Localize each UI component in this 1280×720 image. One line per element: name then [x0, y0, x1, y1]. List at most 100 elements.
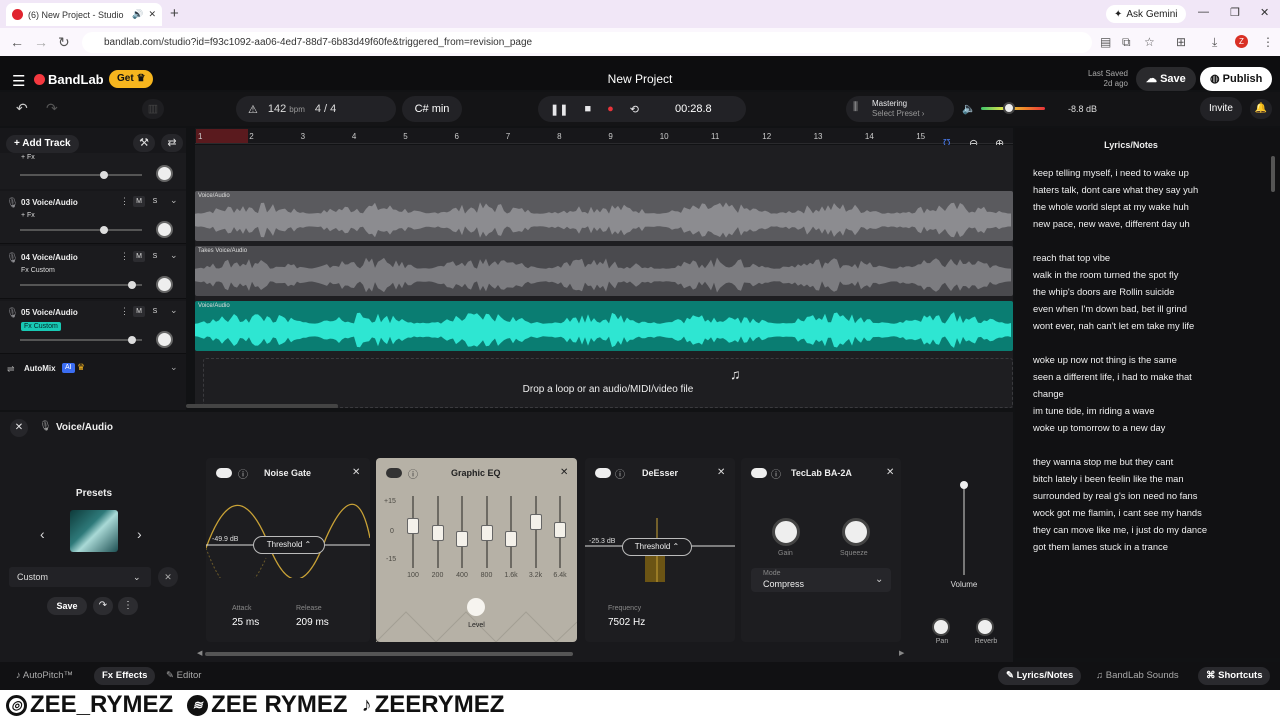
mode-select[interactable]: Mode Compress ⌄	[751, 568, 891, 592]
solo-button[interactable]: S	[149, 251, 161, 262]
effects-tab[interactable]: Fx Effects	[94, 667, 156, 685]
eq-band-knob[interactable]	[480, 524, 493, 541]
scroll-right-icon[interactable]: ▶	[899, 649, 904, 657]
mixer-icon[interactable]: ▥	[142, 99, 164, 119]
track-02-fx[interactable]: + Fx	[21, 154, 35, 161]
frequency-value[interactable]: 7502 Hz	[608, 617, 645, 628]
chevron-down-icon[interactable]: ⌄	[170, 305, 178, 316]
audio-region[interactable]: Voice/Audio	[195, 191, 1013, 241]
notifications-bell-icon[interactable]: 🔔	[1250, 99, 1272, 119]
shortcuts-tab[interactable]: ⌘ Shortcuts	[1198, 667, 1271, 685]
undo-icon[interactable]: ↶	[16, 100, 28, 117]
loop-icon[interactable]: ⟲	[630, 103, 639, 116]
get-membership-button[interactable]: Get ♛	[109, 70, 154, 88]
key-button[interactable]: C# min	[402, 96, 462, 122]
timeline-scrollbar[interactable]	[186, 404, 338, 408]
wand-icon[interactable]: ⚒	[133, 134, 155, 152]
track-volume-knob[interactable]	[100, 226, 108, 234]
bpm-field[interactable]: 142 bpm	[268, 103, 305, 115]
track-name[interactable]: 04 Voice/Audio	[21, 253, 78, 262]
pan-knob[interactable]	[932, 618, 950, 636]
reset-fx-icon[interactable]: ✕	[158, 567, 178, 587]
lyrics-textarea[interactable]: keep telling myself, i need to wake up h…	[1033, 164, 1243, 555]
metronome-icon[interactable]: ⚠	[248, 103, 258, 116]
extensions-icon[interactable]: ⊞	[1176, 35, 1186, 49]
eq-band-knob[interactable]	[456, 531, 468, 548]
track-row[interactable]: 🎙 05 Voice/Audio ⋮ M S ⌄ Fx Custom	[0, 301, 186, 354]
bandlab-sounds-tab[interactable]: ♫ BandLab Sounds	[1088, 667, 1187, 685]
autopitch-tab[interactable]: ♪ AutoPitch™	[8, 667, 81, 685]
timeline-ruler[interactable]	[195, 128, 1013, 144]
chevron-down-icon[interactable]: ⌄	[170, 362, 178, 373]
stop-icon[interactable]: ■	[584, 103, 591, 115]
noise-gate-close-icon[interactable]: ✕	[352, 467, 360, 478]
minimize-icon[interactable]: —	[1198, 6, 1209, 18]
deesser-threshold-pill[interactable]: Threshold ⌃	[622, 538, 692, 556]
redo-icon[interactable]: ↷	[46, 100, 58, 117]
audio-region[interactable]: Voice/Audio	[195, 301, 1013, 351]
preset-select[interactable]: Custom ⌄	[9, 567, 151, 587]
teclab-toggle[interactable]	[751, 468, 767, 478]
track-pan-knob[interactable]	[156, 221, 173, 238]
chevron-down-icon[interactable]: ⌄	[170, 195, 178, 206]
teclab-close-icon[interactable]: ✕	[886, 467, 894, 478]
master-volume-knob[interactable]	[1003, 102, 1015, 114]
window-close-icon[interactable]: ✕	[1260, 6, 1269, 19]
track-fx-label[interactable]: Fx Custom	[21, 322, 61, 331]
eq-band-knob[interactable]	[529, 513, 542, 530]
download-icon[interactable]: ⤓	[1212, 35, 1217, 50]
info-icon[interactable]: ⓘ	[615, 466, 625, 481]
time-signature[interactable]: 4 / 4	[315, 103, 336, 115]
track-more-icon[interactable]: ⋮	[120, 251, 129, 262]
bandlab-logo[interactable]: BandLab	[34, 72, 104, 87]
tab-audio-icon[interactable]: 🔊	[132, 9, 143, 20]
audio-region[interactable]: Takes Voice/Audio	[195, 246, 1013, 296]
reload-icon[interactable]: ↻	[58, 34, 70, 51]
deesser-close-icon[interactable]: ✕	[717, 467, 725, 478]
track-more-icon[interactable]: ⋮	[120, 196, 129, 207]
preset-more-icon[interactable]: ⋮	[118, 597, 138, 615]
playhead-region[interactable]	[196, 129, 248, 143]
attack-value[interactable]: 25 ms	[232, 617, 259, 628]
editor-tab[interactable]: ✎ Editor	[158, 667, 209, 685]
mute-button[interactable]: M	[133, 306, 145, 317]
preset-prev-icon[interactable]: ‹	[40, 526, 45, 542]
track-02-volume-slider[interactable]	[20, 174, 142, 176]
project-title[interactable]: New Project	[560, 72, 720, 86]
preset-next-icon[interactable]: ›	[137, 526, 142, 542]
mute-button[interactable]: M	[133, 196, 145, 207]
info-icon[interactable]: ⓘ	[408, 466, 418, 481]
lyrics-notes-tab[interactable]: ✎ Lyrics/Notes	[998, 667, 1082, 685]
restore-icon[interactable]: ❐	[1230, 6, 1240, 19]
tab-close-icon[interactable]: ✕	[148, 9, 156, 20]
track-volume-knob[interactable]	[960, 481, 968, 489]
preset-save-button[interactable]: Save	[47, 597, 87, 615]
track-name[interactable]: 03 Voice/Audio	[21, 198, 78, 207]
effects-scrollbar[interactable]	[205, 652, 573, 656]
bookmark-star-icon[interactable]: ☆	[1144, 35, 1155, 49]
track-volume-fader[interactable]	[963, 485, 965, 575]
track-fx-label[interactable]: + Fx	[21, 212, 35, 219]
hamburger-menu-icon[interactable]: ☰	[12, 72, 25, 90]
track-02-volume-knob[interactable]	[100, 171, 108, 179]
gain-knob[interactable]	[772, 518, 800, 546]
deesser-toggle[interactable]	[595, 468, 611, 478]
track-row[interactable]: 🎙 04 Voice/Audio ⋮ M S ⌄ Fx Custom	[0, 246, 186, 299]
track-name[interactable]: 05 Voice/Audio	[21, 308, 78, 317]
track-volume-slider[interactable]	[20, 339, 142, 341]
new-tab-button[interactable]: +	[170, 5, 179, 22]
share-icon[interactable]: ↷	[93, 597, 113, 615]
track-volume-knob[interactable]	[128, 336, 136, 344]
close-editor-icon[interactable]: ✕	[10, 419, 28, 437]
track-pan-knob[interactable]	[156, 276, 173, 293]
release-value[interactable]: 209 ms	[296, 617, 329, 628]
chevron-down-icon[interactable]: ⌄	[170, 250, 178, 261]
mastering-button[interactable]: Mastering Select Preset ›	[846, 96, 954, 122]
mute-button[interactable]: M	[133, 251, 145, 262]
publish-button[interactable]: ◍ Publish	[1200, 67, 1273, 91]
noise-gate-toggle[interactable]	[216, 468, 232, 478]
info-icon[interactable]: ⓘ	[238, 466, 248, 481]
track-volume-slider[interactable]	[20, 284, 142, 286]
graphic-eq-close-icon[interactable]: ✕	[560, 467, 568, 478]
info-icon[interactable]: ⓘ	[771, 466, 781, 481]
